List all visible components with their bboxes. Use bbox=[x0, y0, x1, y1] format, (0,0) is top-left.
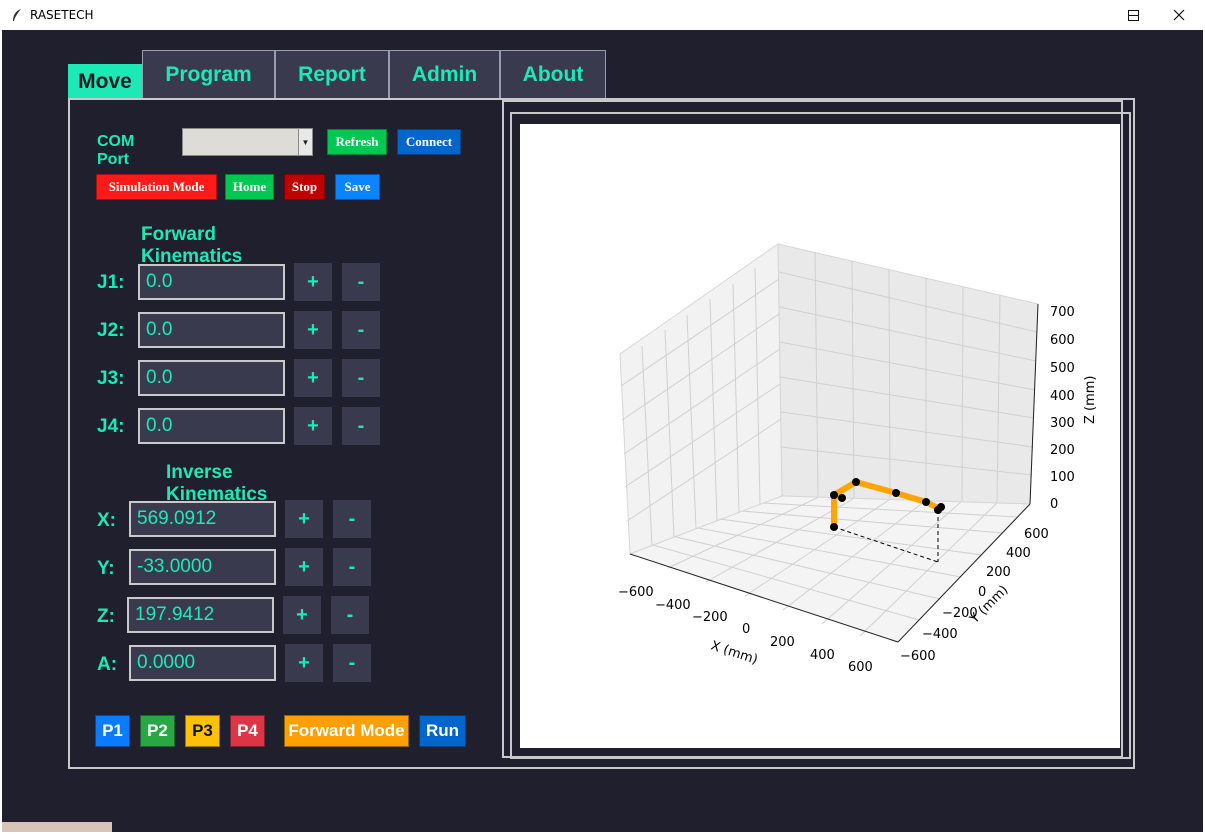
svg-text:−200: −200 bbox=[692, 610, 728, 625]
svg-text:400: 400 bbox=[1050, 389, 1075, 404]
svg-text:300: 300 bbox=[1050, 416, 1075, 431]
save-button[interactable]: Save bbox=[335, 174, 380, 200]
run-button[interactable]: Run bbox=[419, 715, 466, 747]
move-panel: COM Port ▼ Refresh Connect Simulation Mo… bbox=[68, 98, 1135, 769]
p3-button[interactable]: P3 bbox=[185, 715, 220, 747]
svg-text:600: 600 bbox=[1024, 527, 1049, 542]
refresh-button[interactable]: Refresh bbox=[327, 129, 387, 155]
window-title: RASETECH bbox=[30, 8, 94, 22]
svg-text:500: 500 bbox=[1050, 361, 1075, 376]
z-axis-label: Z (mm) bbox=[1083, 375, 1098, 424]
feather-icon bbox=[10, 8, 24, 22]
svg-text:−400: −400 bbox=[655, 598, 691, 613]
j2-label: J2: bbox=[97, 320, 125, 341]
a-minus-button[interactable]: - bbox=[333, 644, 371, 682]
svg-text:200: 200 bbox=[986, 565, 1011, 580]
j3-minus-button[interactable]: - bbox=[342, 359, 380, 397]
robot-3d-plot[interactable]: 700 600 500 400 300 200 100 0 Z (mm) −60… bbox=[520, 124, 1120, 748]
com-port-label: COM Port bbox=[97, 133, 135, 168]
x-plus-button[interactable]: + bbox=[285, 500, 323, 538]
forward-mode-button[interactable]: Forward Mode bbox=[284, 715, 409, 747]
svg-text:0: 0 bbox=[1050, 497, 1058, 512]
x-label: X: bbox=[97, 510, 116, 531]
a-plus-button[interactable]: + bbox=[285, 644, 323, 682]
app-window: RASETECH Move Program Report Admin About… bbox=[0, 0, 1205, 834]
tab-report[interactable]: Report bbox=[275, 50, 389, 100]
svg-text:400: 400 bbox=[1006, 546, 1031, 561]
a-input[interactable]: 0.0000 bbox=[129, 645, 276, 681]
tab-program[interactable]: Program bbox=[142, 50, 275, 100]
tab-about[interactable]: About bbox=[500, 50, 606, 100]
svg-text:600: 600 bbox=[1050, 333, 1075, 348]
z-input[interactable]: 197.9412 bbox=[127, 597, 274, 633]
title-bar: RASETECH bbox=[0, 0, 1205, 30]
home-button[interactable]: Home bbox=[225, 174, 274, 200]
chevron-down-icon[interactable]: ▼ bbox=[298, 129, 312, 155]
z-minus-button[interactable]: - bbox=[331, 596, 369, 634]
y-plus-button[interactable]: + bbox=[285, 548, 323, 586]
j1-minus-button[interactable]: - bbox=[342, 263, 380, 301]
a-label: A: bbox=[97, 654, 118, 675]
j3-label: J3: bbox=[97, 368, 125, 389]
com-port-select[interactable]: ▼ bbox=[182, 128, 313, 156]
svg-text:700: 700 bbox=[1050, 305, 1075, 320]
j1-input[interactable]: 0.0 bbox=[138, 264, 285, 300]
p1-button[interactable]: P1 bbox=[95, 715, 130, 747]
close-button[interactable] bbox=[1156, 0, 1202, 30]
svg-text:200: 200 bbox=[1050, 443, 1075, 458]
j1-plus-button[interactable]: + bbox=[294, 263, 332, 301]
plot-inner-frame: 700 600 500 400 300 200 100 0 Z (mm) −60… bbox=[510, 112, 1131, 759]
plot-outer-frame: 700 600 500 400 300 200 100 0 Z (mm) −60… bbox=[502, 100, 1131, 759]
x-minus-button[interactable]: - bbox=[333, 500, 371, 538]
x-axis-label: X (mm) bbox=[709, 639, 760, 668]
client-area: Move Program Report Admin About COM Port… bbox=[2, 30, 1203, 832]
j4-plus-button[interactable]: + bbox=[294, 407, 332, 445]
j1-label: J1: bbox=[97, 272, 125, 293]
z-tick-labels: 700 600 500 400 300 200 100 0 bbox=[1050, 305, 1075, 512]
j3-input[interactable]: 0.0 bbox=[138, 360, 285, 396]
svg-text:600: 600 bbox=[848, 660, 873, 675]
stop-button[interactable]: Stop bbox=[284, 174, 325, 200]
connect-button[interactable]: Connect bbox=[397, 129, 461, 155]
plot-svg: 700 600 500 400 300 200 100 0 Z (mm) −60… bbox=[618, 243, 1098, 675]
p4-button[interactable]: P4 bbox=[230, 715, 265, 747]
y-input[interactable]: -33.0000 bbox=[129, 549, 276, 585]
svg-text:−600: −600 bbox=[900, 649, 936, 664]
svg-text:200: 200 bbox=[770, 635, 795, 650]
j4-input[interactable]: 0.0 bbox=[138, 408, 285, 444]
p2-button[interactable]: P2 bbox=[140, 715, 175, 747]
svg-text:100: 100 bbox=[1050, 470, 1075, 485]
maximize-icon bbox=[1127, 9, 1139, 21]
j2-minus-button[interactable]: - bbox=[342, 311, 380, 349]
y-minus-button[interactable]: - bbox=[333, 548, 371, 586]
background-strip bbox=[2, 822, 112, 832]
j3-plus-button[interactable]: + bbox=[294, 359, 332, 397]
svg-text:−600: −600 bbox=[618, 585, 654, 600]
simulation-mode-button[interactable]: Simulation Mode bbox=[96, 174, 217, 200]
j2-plus-button[interactable]: + bbox=[294, 311, 332, 349]
j4-label: J4: bbox=[97, 416, 125, 437]
tab-admin[interactable]: Admin bbox=[389, 50, 500, 100]
maximize-button[interactable] bbox=[1110, 0, 1156, 30]
svg-text:0: 0 bbox=[742, 622, 750, 637]
svg-text:400: 400 bbox=[810, 648, 835, 663]
z-plus-button[interactable]: + bbox=[283, 596, 321, 634]
close-icon bbox=[1173, 9, 1185, 21]
j2-input[interactable]: 0.0 bbox=[138, 312, 285, 348]
svg-text:−400: −400 bbox=[922, 627, 958, 642]
j4-minus-button[interactable]: - bbox=[342, 407, 380, 445]
y-label: Y: bbox=[97, 558, 115, 579]
x-input[interactable]: 569.0912 bbox=[129, 501, 276, 537]
z-label: Z: bbox=[97, 606, 115, 627]
tab-move[interactable]: Move bbox=[68, 64, 142, 100]
